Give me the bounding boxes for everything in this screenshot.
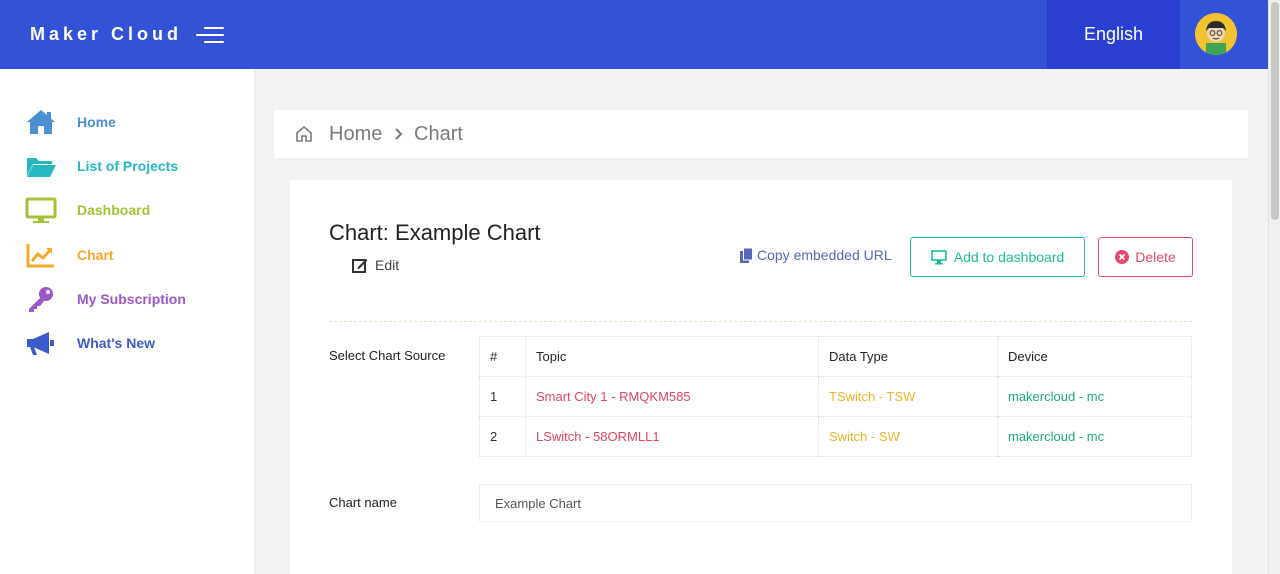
edit-label: Edit xyxy=(375,257,400,273)
sidebar-item-label: My Subscription xyxy=(77,291,186,307)
column-header: Data Type xyxy=(818,336,998,377)
sidebar-item-dashboard[interactable]: Dashboard xyxy=(0,190,255,230)
chevron-right-icon xyxy=(395,128,403,140)
page-title: Chart: Example Chart xyxy=(329,220,541,245)
copy-url-label: Copy embedded URL xyxy=(757,247,892,263)
top-bar: Maker Cloud English xyxy=(0,0,1268,69)
delete-button[interactable]: Delete xyxy=(1098,237,1193,277)
copy-icon xyxy=(740,247,753,263)
divider xyxy=(329,321,1192,322)
chart-card: Chart: Example Chart Edit Copy embedded … xyxy=(290,180,1232,574)
scrollbar-thumb[interactable] xyxy=(1271,2,1279,220)
sidebar-item-label: Home xyxy=(77,114,116,130)
copy-embedded-url-link[interactable]: Copy embedded URL xyxy=(740,247,892,263)
column-header: # xyxy=(479,336,526,377)
folder-open-icon xyxy=(27,158,56,177)
language-selector[interactable]: English xyxy=(1047,0,1180,69)
table-header-row: # Topic Data Type Device xyxy=(479,336,1192,377)
sidebar: Home List of Projects Dashboard Chart My… xyxy=(0,69,255,574)
monitor-icon xyxy=(25,197,57,223)
table-row[interactable]: 1 Smart City 1 - RMQKM585 TSwitch - TSW … xyxy=(479,376,1192,417)
row-number: 2 xyxy=(479,416,526,457)
row-data-type: Switch - SW xyxy=(818,416,998,457)
delete-label: Delete xyxy=(1135,249,1176,265)
column-header: Device xyxy=(997,336,1192,377)
row-topic: Smart City 1 - RMQKM585 xyxy=(525,376,819,417)
chart-name-label: Chart name xyxy=(329,495,397,510)
sidebar-item-whats-new[interactable]: What's New xyxy=(0,323,255,363)
chart-name-input[interactable] xyxy=(479,484,1192,522)
edit-icon xyxy=(352,259,368,273)
sidebar-item-subscription[interactable]: My Subscription xyxy=(0,279,255,319)
chart-source-label: Select Chart Source xyxy=(329,348,446,363)
edit-button[interactable]: Edit xyxy=(352,257,399,273)
monitor-icon xyxy=(930,249,947,264)
sidebar-item-label: Chart xyxy=(77,247,114,263)
add-to-dashboard-label: Add to dashboard xyxy=(953,249,1065,265)
table-row[interactable]: 2 LSwitch - 58ORMLL1 Switch - SW makercl… xyxy=(479,416,1192,457)
column-header: Topic xyxy=(525,336,819,377)
sidebar-item-label: List of Projects xyxy=(77,158,179,174)
breadcrumb: Home Chart xyxy=(274,110,1248,158)
breadcrumb-current: Chart xyxy=(414,123,463,145)
breadcrumb-home-link[interactable]: Home xyxy=(329,123,382,146)
row-device: makercloud - mc xyxy=(997,376,1192,417)
megaphone-icon xyxy=(27,332,54,355)
row-number: 1 xyxy=(479,376,526,417)
home-icon xyxy=(27,110,55,134)
add-to-dashboard-button[interactable]: Add to dashboard xyxy=(910,237,1085,277)
home-outline-icon[interactable] xyxy=(294,124,314,144)
brand-logo[interactable]: Maker Cloud xyxy=(30,24,182,45)
row-device: makercloud - mc xyxy=(997,416,1192,457)
chart-source-table: # Topic Data Type Device 1 Smart City 1 … xyxy=(479,336,1192,457)
key-icon xyxy=(29,287,53,312)
sidebar-item-home[interactable]: Home xyxy=(0,102,255,142)
sidebar-item-label: Dashboard xyxy=(77,202,151,218)
row-data-type: TSwitch - TSW xyxy=(818,376,998,417)
sidebar-item-projects[interactable]: List of Projects xyxy=(0,146,255,186)
sidebar-item-chart[interactable]: Chart xyxy=(0,235,255,275)
menu-toggle-icon[interactable] xyxy=(196,27,224,43)
chart-line-icon xyxy=(26,244,54,268)
close-circle-icon xyxy=(1115,250,1130,264)
scrollbar[interactable] xyxy=(1268,0,1280,574)
sidebar-item-label: What's New xyxy=(77,335,156,351)
avatar[interactable] xyxy=(1195,13,1237,55)
row-topic: LSwitch - 58ORMLL1 xyxy=(525,416,819,457)
